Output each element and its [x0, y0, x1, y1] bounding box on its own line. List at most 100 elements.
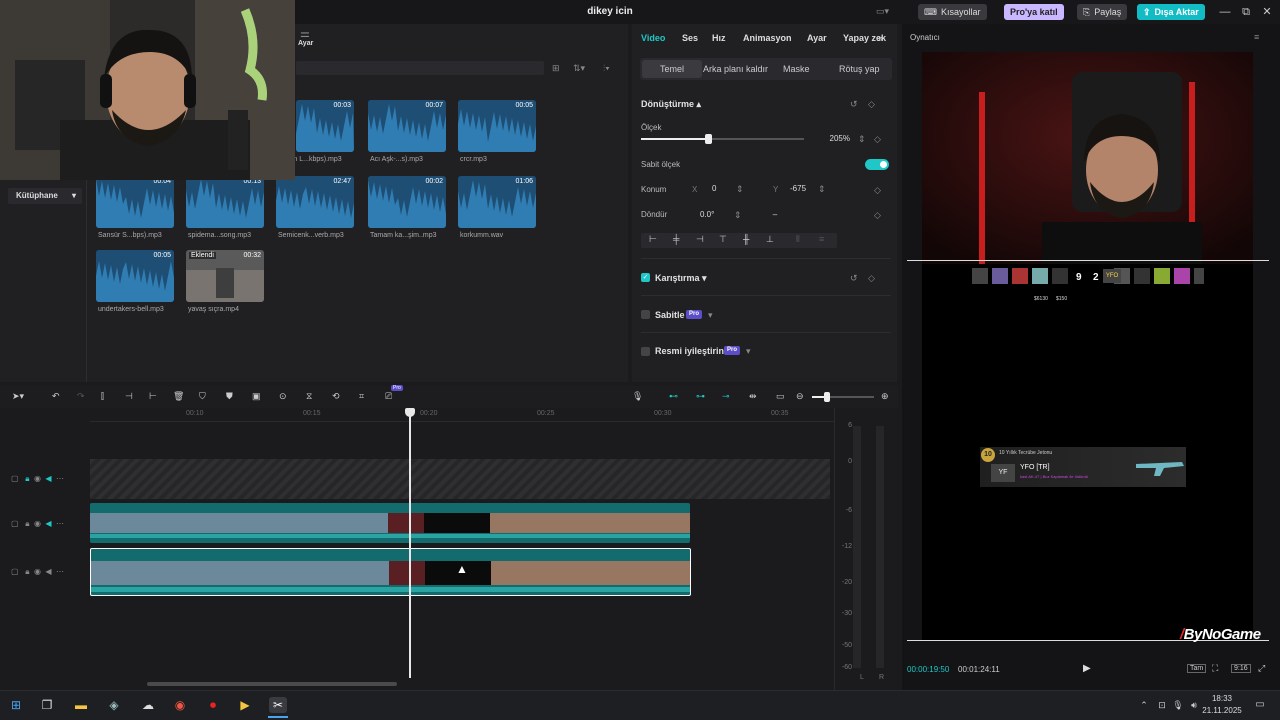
audio-icon[interactable]: ◀	[45, 519, 51, 528]
fullscreen-icon[interactable]: ⤢	[1258, 663, 1265, 674]
tab-animasyon[interactable]: Animasyon	[743, 33, 792, 43]
main-track-magnet-icon[interactable]: ⊷	[669, 391, 678, 402]
eye-icon[interactable]: ◉	[34, 567, 41, 576]
more-icon[interactable]: ⋯	[56, 474, 64, 483]
stepper-icon[interactable]: ⇕	[736, 184, 744, 195]
settings-label[interactable]: Ayar	[298, 40, 313, 47]
rotate-flip-button[interactable]: –	[764, 208, 786, 222]
shield-icon[interactable]: ⛊	[226, 391, 233, 402]
transform-section-title[interactable]: Dönüştürme ▴	[641, 99, 701, 110]
minimize-button[interactable]: —	[1217, 4, 1233, 20]
lock-icon[interactable]: 🔒︎	[25, 567, 29, 576]
cover-icon[interactable]: ▢	[11, 474, 19, 483]
rotate-input[interactable]: 0.0°	[700, 208, 730, 222]
tab-video[interactable]: Video	[641, 33, 665, 43]
uniform-scale-toggle[interactable]	[865, 159, 889, 170]
microphone-icon[interactable]: 🎙	[632, 391, 643, 402]
split-right-icon[interactable]: ⊢	[149, 391, 157, 402]
horizontal-scrollbar[interactable]	[147, 682, 397, 686]
video-clip-main[interactable]	[90, 548, 691, 596]
file-explorer-icon[interactable]: ▬	[73, 697, 89, 713]
network-icon[interactable]: ⊡	[1154, 697, 1170, 713]
reset-icon[interactable]: ↺	[850, 273, 858, 284]
lock-icon[interactable]: 🔒︎	[25, 474, 29, 483]
auto-snap-icon[interactable]: ⊶	[696, 391, 705, 402]
shortcuts-button[interactable]: ⌨ Kısayollar	[918, 4, 987, 20]
more-icon[interactable]: ⋯	[56, 519, 64, 528]
chevron-down-icon[interactable]: ▾	[708, 310, 713, 321]
layout-icon[interactable]: ▭▾	[876, 6, 889, 17]
keyframe-icon[interactable]: ◇	[868, 99, 875, 110]
media-app-icon[interactable]: ▶	[237, 697, 253, 713]
scale-value[interactable]: 205%	[812, 132, 850, 146]
reset-icon[interactable]: ↺	[850, 99, 858, 110]
play-button[interactable]: ▶	[1083, 663, 1091, 674]
eye-icon[interactable]: ◉	[34, 519, 41, 528]
split-left-icon[interactable]: ⊣	[125, 391, 133, 402]
scale-slider-handle[interactable]	[705, 134, 712, 144]
menu-icon[interactable]: ≡	[1254, 32, 1259, 42]
clock-date[interactable]: 21.11.2025	[1200, 706, 1244, 715]
split-icon[interactable]: ⫿	[101, 391, 104, 402]
crop-icon[interactable]: ⌗	[359, 391, 364, 402]
stepper-icon[interactable]: ⇕	[734, 210, 742, 221]
tray-chevron-icon[interactable]: ⌃	[1136, 697, 1152, 713]
share-button[interactable]: ⎘ Paylaş	[1077, 4, 1128, 20]
export-button[interactable]: ⇪ Dışa Aktar	[1137, 4, 1205, 20]
stepper-icon[interactable]: ⇕	[818, 184, 826, 195]
enhance-section-title[interactable]: Resmi iyileştirin	[655, 346, 724, 356]
audio-thumbnail[interactable]: 00:04	[96, 176, 174, 228]
lock-icon[interactable]: 🔒︎	[25, 519, 29, 528]
audio-icon[interactable]: ◀	[45, 474, 51, 483]
freeze-icon[interactable]: ▣	[252, 391, 261, 402]
zoom-out-icon[interactable]: ⊖	[796, 391, 804, 402]
more-icon[interactable]: ⋯	[56, 567, 64, 576]
redo-icon[interactable]: ↷	[77, 391, 85, 402]
keyframe-icon[interactable]: ◇	[868, 273, 875, 284]
grid-view-icon[interactable]: ⊞	[552, 63, 560, 74]
marker-icon[interactable]: ⛉	[199, 391, 206, 402]
video-thumbnail[interactable]: 00:32 Eklendi	[186, 250, 264, 302]
audio-thumbnail[interactable]: 01:06	[458, 176, 536, 228]
keyframe-icon[interactable]: ◇	[874, 185, 881, 196]
notification-icon[interactable]: ▭	[1252, 697, 1268, 713]
blend-checkbox[interactable]: ✓	[641, 273, 650, 282]
reverse-icon[interactable]: ⊙	[279, 391, 287, 402]
audio-thumbnail[interactable]: 00:13	[186, 176, 264, 228]
distribute-h-icon[interactable]: ⫴	[796, 234, 800, 245]
chevron-right-icon[interactable]: »	[878, 33, 883, 43]
audio-thumbnail[interactable]: 00:02	[368, 176, 446, 228]
delete-icon[interactable]: 🗑	[173, 391, 184, 402]
subtab-0[interactable]: Temel	[660, 64, 684, 74]
enhance-checkbox[interactable]	[641, 347, 650, 356]
record-app-icon[interactable]: ⏺	[205, 697, 221, 713]
fit-button[interactable]: Tam	[1187, 664, 1207, 673]
rotate-icon[interactable]: ⟲	[332, 391, 340, 402]
stabilize-section-title[interactable]: Sabitle	[655, 310, 685, 320]
select-cursor-icon[interactable]: ➤▾	[12, 391, 24, 402]
tab-ayar[interactable]: Ayar	[807, 33, 827, 43]
capcut-icon[interactable]: ✂	[269, 697, 287, 713]
zoom-in-icon[interactable]: ⊕	[881, 391, 889, 402]
clock-time[interactable]: 18:33	[1205, 694, 1239, 703]
ratio-button[interactable]: 9:16	[1231, 664, 1251, 673]
cover-icon[interactable]: ▢	[11, 567, 19, 576]
settings-sliders-icon[interactable]: ⚌	[300, 27, 310, 40]
stabilize-checkbox[interactable]	[641, 310, 650, 319]
distribute-v-icon[interactable]: ≡	[819, 234, 824, 244]
app-icon[interactable]: ◈	[106, 697, 122, 713]
audio-icon[interactable]: ◀	[45, 567, 51, 576]
playhead[interactable]	[409, 410, 411, 678]
eye-icon[interactable]: ◉	[34, 474, 41, 483]
audio-thumbnail[interactable]: 00:07	[368, 100, 446, 152]
app-icon[interactable]: ☁	[140, 697, 156, 713]
audio-thumbnail[interactable]: 00:05	[458, 100, 536, 152]
zoom-slider-handle[interactable]	[824, 392, 830, 402]
align-bottom-icon[interactable]: ⊥	[766, 234, 774, 245]
windows-start-icon[interactable]: ⊞	[8, 697, 24, 713]
pro-button[interactable]: Pro'ya katıl	[1004, 4, 1064, 20]
task-view-icon[interactable]: ❐	[39, 697, 55, 713]
align-center-v-icon[interactable]: ╫	[743, 234, 749, 244]
audio-thumbnail[interactable]: 00:05	[96, 250, 174, 302]
sort-icon[interactable]: ⇅▾	[573, 63, 585, 74]
